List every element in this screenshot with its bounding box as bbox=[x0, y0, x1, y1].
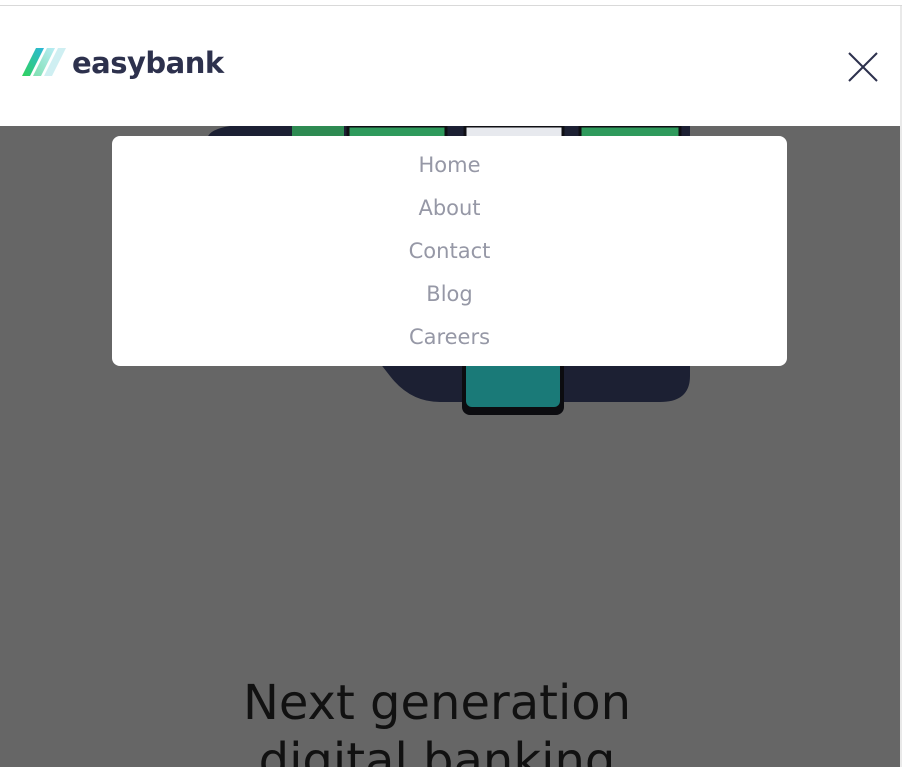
hero-title: Next generation digital banking bbox=[0, 674, 874, 767]
nav-item-blog[interactable]: Blog bbox=[112, 273, 787, 316]
close-icon bbox=[848, 52, 878, 82]
nav-item-home[interactable]: Home bbox=[112, 144, 787, 187]
nav-item-careers[interactable]: Careers bbox=[112, 316, 787, 359]
hero-title-line-2: digital banking bbox=[258, 733, 616, 767]
page: easybank Next generation digital banking bbox=[0, 0, 902, 767]
close-menu-button[interactable] bbox=[844, 51, 880, 87]
logo-text: easybank bbox=[72, 46, 224, 80]
easybank-logo-icon bbox=[22, 46, 68, 80]
hero-title-line-1: Next generation bbox=[242, 675, 632, 732]
mobile-nav-menu: Home About Contact Blog Careers bbox=[112, 136, 787, 366]
nav-item-contact[interactable]: Contact bbox=[112, 230, 787, 273]
nav-item-about[interactable]: About bbox=[112, 187, 787, 230]
logo-link[interactable]: easybank bbox=[22, 46, 224, 80]
site-header: easybank bbox=[0, 6, 900, 126]
